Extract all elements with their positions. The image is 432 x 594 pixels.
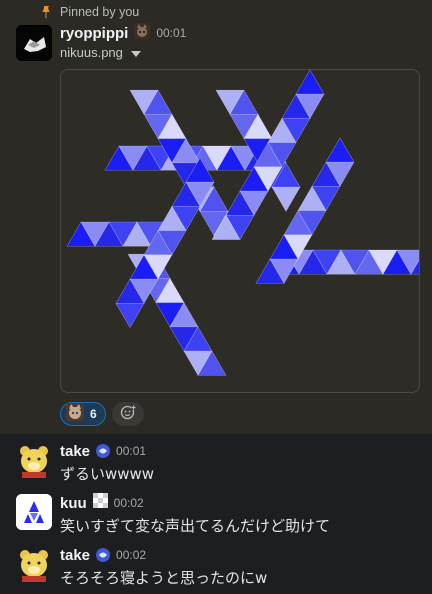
message-timestamp[interactable]: 00:02: [114, 496, 144, 510]
pinned-indicator: Pinned by you: [40, 4, 139, 20]
logo-image: [66, 70, 419, 376]
author-name[interactable]: take: [60, 547, 90, 564]
message-text: ずるいwwww: [60, 465, 155, 483]
author-name[interactable]: ryoppippi: [60, 25, 128, 42]
chevron-down-icon[interactable]: [130, 50, 141, 57]
message-item[interactable]: take 00:02 そろそろ寝ようと思ったのにw: [0, 540, 432, 594]
cat-emoji-icon: [66, 402, 84, 426]
pin-icon: [40, 5, 52, 19]
avatar-take[interactable]: [16, 546, 52, 582]
avatar-take[interactable]: [16, 442, 52, 478]
avatar-kuu[interactable]: [16, 494, 52, 530]
add-reaction-button[interactable]: [111, 402, 144, 426]
author-name[interactable]: take: [60, 443, 90, 460]
message-text: 笑いすぎて変な声出てるんだけど助けて: [60, 517, 331, 535]
avatar-ryoppippi[interactable]: [16, 25, 52, 61]
image-attachment[interactable]: [60, 69, 420, 393]
message-item[interactable]: take 00:01 ずるいwwww: [0, 434, 432, 488]
file-header[interactable]: nikuus.png: [60, 45, 141, 60]
reaction-pill[interactable]: 6: [60, 402, 106, 426]
message-text: そろそろ寝ようと思ったのにw: [60, 569, 268, 587]
pinned-message[interactable]: Pinned by you ryoppippi 00:01 nikuus.png: [0, 0, 432, 434]
message-timestamp[interactable]: 00:01: [116, 444, 146, 458]
pinned-label: Pinned by you: [60, 5, 140, 19]
reactions-bar: 6: [60, 402, 144, 426]
message-timestamp[interactable]: 00:01: [156, 26, 186, 40]
status-icon: [96, 548, 111, 562]
checker-status-icon: [92, 493, 108, 513]
message-timestamp[interactable]: 00:02: [116, 548, 146, 562]
add-reaction-icon: [120, 404, 136, 425]
reaction-count: 6: [90, 407, 97, 421]
status-icon: [96, 444, 111, 458]
cat-status-icon: [134, 22, 151, 44]
message-item[interactable]: kuu 00:02 笑いすぎて変な声出てるんだけど助けて: [0, 488, 432, 540]
author-name[interactable]: kuu: [60, 495, 87, 512]
file-name[interactable]: nikuus.png: [60, 45, 123, 60]
